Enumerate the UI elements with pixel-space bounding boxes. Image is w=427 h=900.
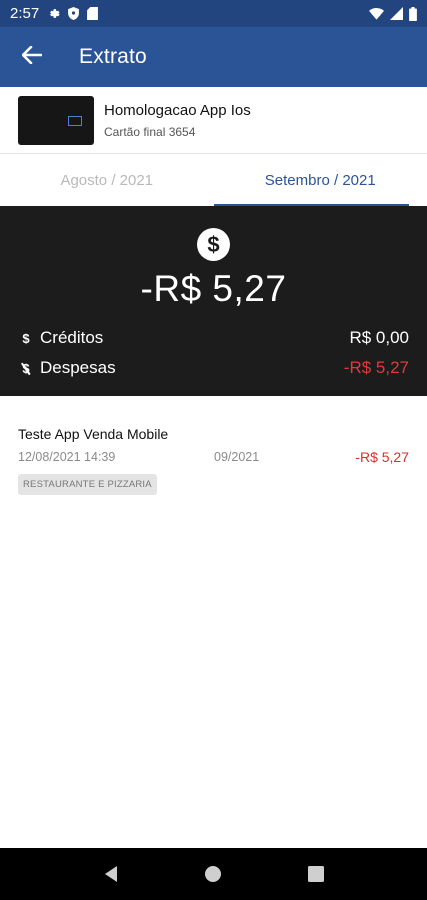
card-image bbox=[18, 95, 94, 145]
nav-recents-button[interactable] bbox=[296, 854, 336, 894]
signal-icon bbox=[390, 7, 403, 20]
expenses-row: $ Despesas -R$ 5,27 bbox=[20, 358, 409, 378]
nav-back-button[interactable] bbox=[91, 854, 131, 894]
dollar-icon: $ bbox=[22, 330, 30, 346]
triangle-back-icon bbox=[105, 866, 118, 882]
expenses-value: -R$ 5,27 bbox=[343, 358, 409, 377]
status-bar: 2:57 bbox=[0, 0, 427, 27]
back-button[interactable] bbox=[0, 27, 64, 87]
tab-setembro[interactable]: Setembro / 2021 bbox=[213, 154, 427, 206]
page-title: Extrato bbox=[79, 45, 147, 68]
card-name: Homologacao App Ios bbox=[104, 101, 251, 119]
dollar-off-icon: $ bbox=[20, 361, 32, 376]
list-item[interactable]: Teste App Venda Mobile 12/08/2021 14:39 … bbox=[0, 396, 427, 495]
gear-icon bbox=[47, 7, 60, 20]
circle-home-icon bbox=[205, 866, 222, 882]
tab-agosto[interactable]: Agosto / 2021 bbox=[0, 154, 214, 206]
arrow-left-icon bbox=[21, 45, 43, 69]
card-logo-icon bbox=[68, 115, 82, 126]
summary-panel: $ -R$ 5,27 $ Créditos R$ 0,00 $ Despesas… bbox=[0, 206, 427, 396]
card-subtitle: Cartão final 3654 bbox=[104, 124, 196, 139]
month-tabs: Agosto / 2021 Setembro / 2021 bbox=[0, 154, 427, 206]
dollar-coin-icon: $ bbox=[197, 228, 230, 261]
wifi-icon bbox=[369, 7, 384, 20]
credits-row: $ Créditos R$ 0,00 bbox=[20, 328, 409, 348]
battery-icon bbox=[409, 6, 417, 21]
credits-label: Créditos bbox=[40, 328, 104, 347]
category-badge: RESTAURANTE E PIZZARIA bbox=[18, 474, 157, 495]
expenses-label: Despesas bbox=[40, 358, 116, 377]
transaction-date: 12/08/2021 14:39 bbox=[18, 450, 116, 464]
sd-card-icon bbox=[87, 7, 99, 20]
transaction-title: Teste App Venda Mobile bbox=[18, 426, 169, 442]
credits-value: R$ 0,00 bbox=[349, 328, 409, 347]
system-nav-bar bbox=[0, 848, 427, 900]
shield-icon bbox=[68, 7, 80, 20]
nav-home-button[interactable] bbox=[193, 854, 233, 894]
square-recents-icon bbox=[307, 866, 324, 882]
transaction-value: -R$ 5,27 bbox=[355, 449, 409, 465]
app-bar: Extrato bbox=[0, 27, 427, 87]
status-time: 2:57 bbox=[10, 5, 40, 22]
transaction-reference: 09/2021 bbox=[214, 450, 260, 464]
total-balance: -R$ 5,27 bbox=[140, 268, 287, 309]
card-header: Homologacao App Ios Cartão final 3654 bbox=[0, 87, 427, 154]
